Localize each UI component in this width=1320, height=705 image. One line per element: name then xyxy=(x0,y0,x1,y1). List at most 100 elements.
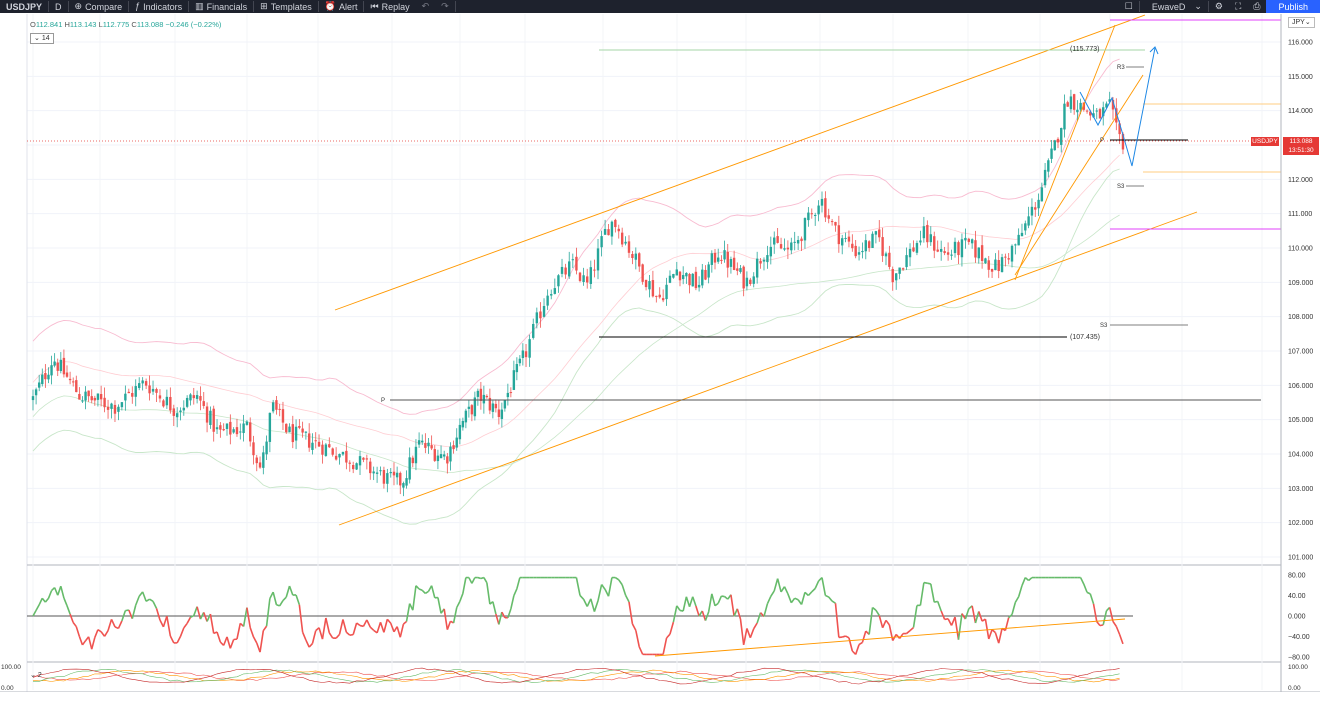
candle-body xyxy=(922,226,926,239)
candle-body xyxy=(542,306,546,317)
candle-body xyxy=(50,365,53,376)
candle-body xyxy=(255,457,258,464)
osc-tick-label: −40.00 xyxy=(1288,634,1310,641)
candle-body xyxy=(617,228,620,232)
candle-body xyxy=(84,391,87,401)
candle-body xyxy=(596,248,600,271)
candle-body xyxy=(417,440,421,445)
candle-body xyxy=(603,228,607,235)
candle-body xyxy=(436,455,440,462)
candle-body xyxy=(888,252,891,267)
candle-body xyxy=(395,472,399,478)
lower-left-tick-label: 100.00 xyxy=(1,664,21,671)
candle-body xyxy=(742,266,745,289)
candle-body xyxy=(90,396,93,401)
sub-pane-legend[interactable]: ⌄ 2 xyxy=(30,671,42,679)
candle-body xyxy=(960,239,964,258)
candle-body xyxy=(830,221,834,223)
candle-body xyxy=(874,231,878,235)
candle-body xyxy=(68,378,72,381)
candle-body xyxy=(634,253,638,260)
candle-body xyxy=(341,451,345,455)
candle-body xyxy=(783,248,786,250)
candle-body xyxy=(713,252,717,263)
candle-body xyxy=(137,383,141,388)
candle-body xyxy=(87,390,90,397)
osc-tick-label: 80.00 xyxy=(1288,573,1306,580)
candle-body xyxy=(106,406,110,410)
candle-body xyxy=(929,234,932,243)
candle-body xyxy=(834,222,837,226)
open-value: 112.841 xyxy=(35,20,63,29)
lower-left-tick-label: 0.00 xyxy=(1,685,14,692)
candle-body xyxy=(458,424,462,440)
candle-body xyxy=(610,221,614,237)
candle-body xyxy=(470,405,474,415)
candle-body xyxy=(560,266,564,274)
r3-label: R3 xyxy=(1117,65,1125,71)
candle-body xyxy=(355,463,358,470)
candle-body xyxy=(506,392,510,398)
candle-body xyxy=(155,389,158,393)
candle-body xyxy=(1063,103,1066,130)
candle-body xyxy=(627,241,631,253)
candle-body xyxy=(288,426,291,433)
candle-body xyxy=(796,239,800,244)
candle-body xyxy=(668,275,672,283)
currency-label: JPY xyxy=(1292,19,1305,26)
price-tick-label: 112.000 xyxy=(1288,177,1313,184)
candle-body xyxy=(814,214,817,216)
candle-body xyxy=(245,421,249,425)
candle-body xyxy=(165,396,169,406)
candle-body xyxy=(648,281,651,290)
candle-body xyxy=(710,253,714,265)
osc-segment xyxy=(477,576,482,580)
osc-segment xyxy=(349,633,354,636)
candle-body xyxy=(936,249,939,252)
candle-body xyxy=(31,396,35,401)
price-tick-label: 107.000 xyxy=(1288,349,1313,356)
candle-body xyxy=(755,258,759,278)
candle-body xyxy=(1060,127,1063,145)
candle-body xyxy=(172,408,176,416)
candle-body xyxy=(851,243,854,249)
candle-body xyxy=(127,391,131,394)
candle-body xyxy=(372,471,375,474)
candle-body xyxy=(898,267,901,274)
candle-body xyxy=(433,449,436,461)
candle-body xyxy=(298,425,301,428)
candle-body xyxy=(550,294,553,296)
candle-body xyxy=(571,259,575,261)
candle-body xyxy=(933,236,936,251)
candle-body xyxy=(867,241,871,249)
lower-tick-label: 100.00 xyxy=(1288,664,1308,671)
candle-body xyxy=(582,275,585,283)
candle-body xyxy=(113,404,117,414)
indicators-collapse-button[interactable]: ⌄ 14 xyxy=(30,33,54,44)
candle-body xyxy=(681,275,685,280)
candle-body xyxy=(512,370,516,390)
candle-body xyxy=(817,205,820,215)
candle-body xyxy=(651,280,655,297)
candle-body xyxy=(824,198,827,218)
candle-body xyxy=(120,402,124,408)
price-tick-label: 103.000 xyxy=(1288,486,1313,493)
bar-countdown: 13:51:30 xyxy=(1288,147,1314,154)
candle-body xyxy=(844,237,847,239)
candle-body xyxy=(424,443,427,448)
candle-body xyxy=(521,350,525,359)
candle-body xyxy=(62,357,66,375)
currency-selector[interactable]: JPY⌄ xyxy=(1288,17,1315,28)
candle-body xyxy=(759,260,762,264)
candle-body xyxy=(239,431,242,433)
price-axis[interactable]: 116.000115.000114.000113.000112.000111.0… xyxy=(1280,14,1313,692)
candle-body xyxy=(586,276,589,283)
candle-body xyxy=(891,269,894,283)
candle-body xyxy=(980,245,984,262)
change-value: −0.246 (−0.22%) xyxy=(165,20,222,29)
chart-canvas[interactable]: (115.773) (107.435) P P R3 S3 S3 116.000 115.00… xyxy=(0,0,1320,692)
candle-body xyxy=(1072,94,1076,110)
candle-body xyxy=(841,238,844,246)
candle-body xyxy=(776,236,779,243)
candle-body xyxy=(528,339,531,358)
